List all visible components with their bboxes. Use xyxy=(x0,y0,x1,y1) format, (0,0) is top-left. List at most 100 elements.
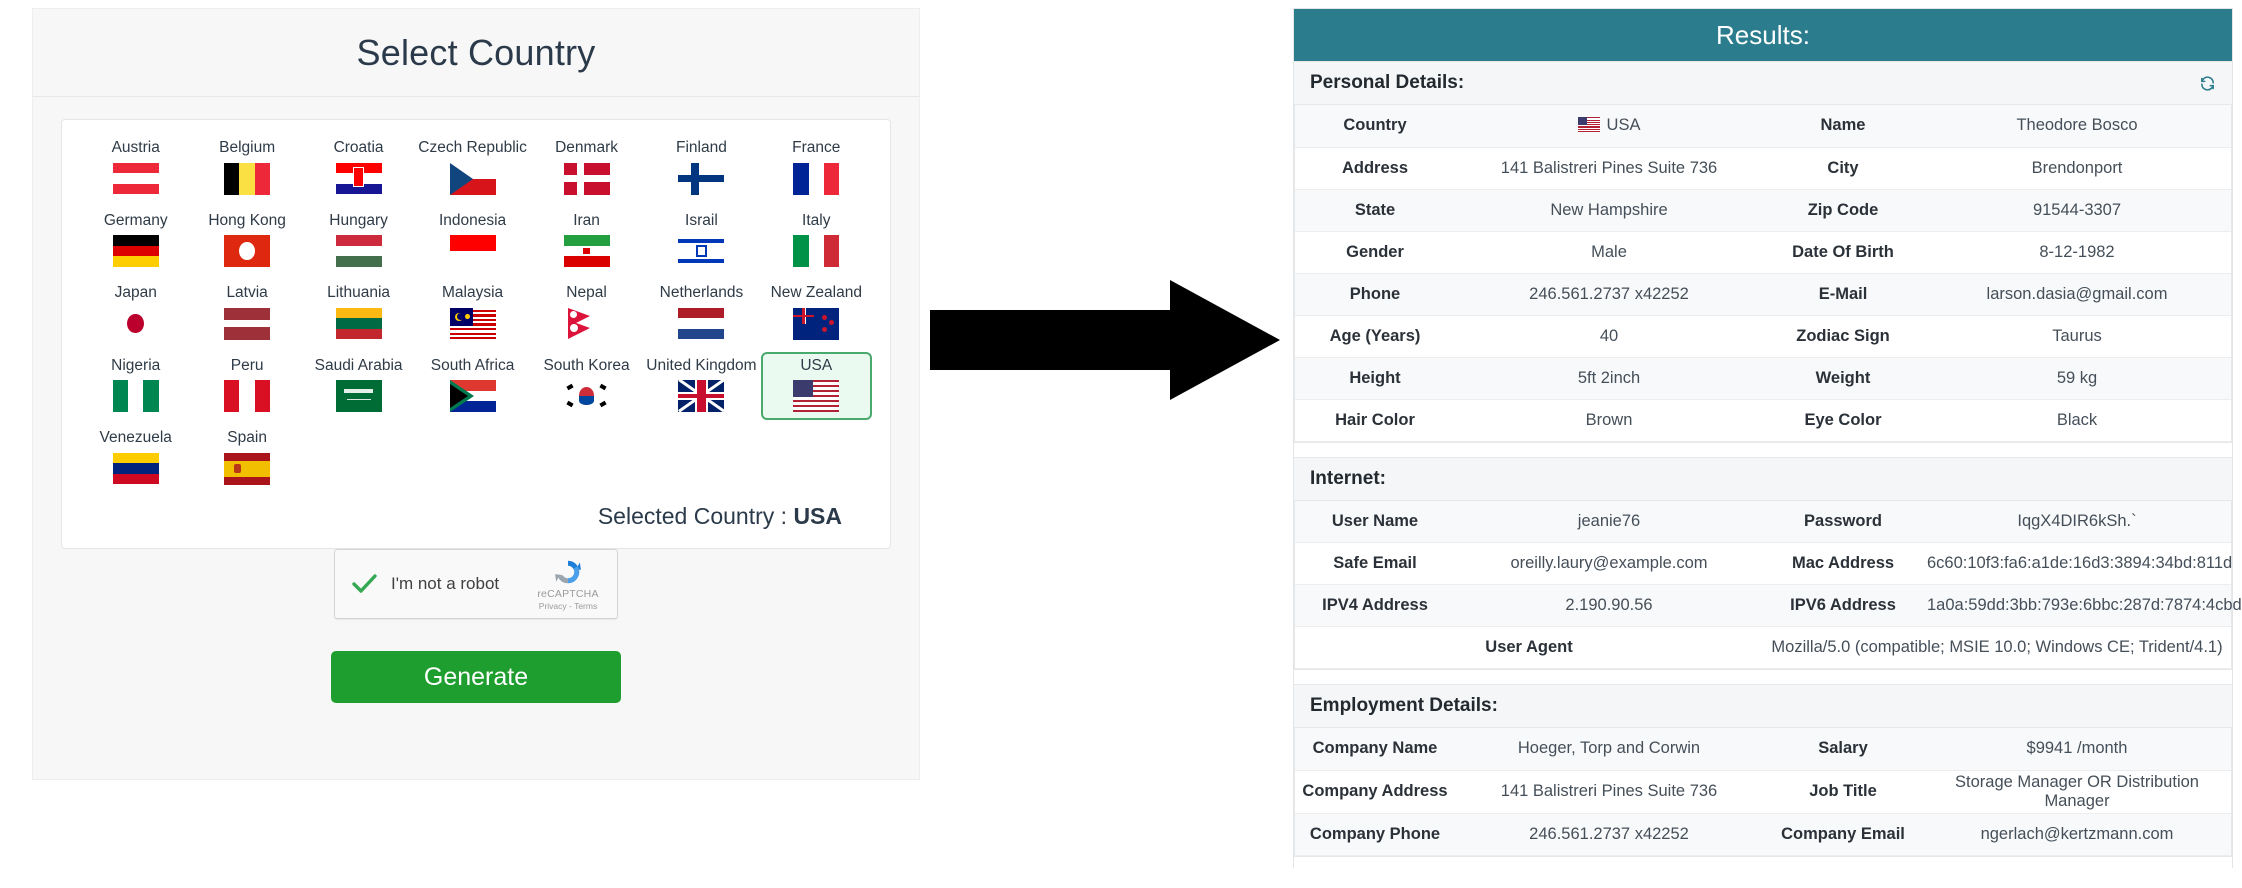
country-cell-lv[interactable]: Latvia xyxy=(191,279,302,348)
field-value: Brown xyxy=(1455,399,1763,442)
flag-jp-icon xyxy=(112,307,159,340)
field-value: ngerlach@kertzmann.com xyxy=(1923,813,2231,856)
field-label: Gender xyxy=(1295,231,1455,274)
country-cell-pe[interactable]: Peru xyxy=(191,352,302,421)
flag-id-icon xyxy=(449,235,496,267)
flag-hr-icon xyxy=(335,162,382,195)
country-flag-card: Austria Belgium Croatia Czech Republic Denma… xyxy=(61,119,891,549)
field-value: 2.190.90.56 xyxy=(1455,584,1763,627)
country-cell-hu[interactable]: Hungary xyxy=(303,207,414,276)
country-cell-ng[interactable]: Nigeria xyxy=(80,352,191,421)
country-cell-np[interactable]: Nepal xyxy=(531,279,642,348)
recaptcha-widget[interactable]: I'm not a robot reCAPTCHA Privacy - Term… xyxy=(334,549,618,619)
recaptcha-checkbox[interactable] xyxy=(349,569,379,599)
country-label: Japan xyxy=(114,284,157,301)
field-value: Male xyxy=(1455,231,1763,274)
country-cell-fi[interactable]: Finland xyxy=(642,134,760,203)
field-value: oreilly.laury@example.com xyxy=(1455,542,1763,585)
field-value: New Hampshire xyxy=(1455,189,1763,232)
table-row: Country USA Name Theodore Bosco xyxy=(1295,105,2231,148)
flag-at-icon xyxy=(112,162,159,195)
page-title: Select Country xyxy=(356,31,596,73)
country-cell-il[interactable]: Israil xyxy=(642,207,760,276)
country-flag-grid: Austria Belgium Croatia Czech Republic Denma… xyxy=(80,134,872,493)
country-cell-nl[interactable]: Netherlands xyxy=(642,279,760,348)
section-table-block: Country USA Name Theodore Bosco Address 141 B… xyxy=(1294,105,2232,443)
details-table: User Name jeanie76 Password IqgX4DIR6kSh.` S… xyxy=(1295,500,2242,669)
field-value: Black xyxy=(1923,399,2231,442)
country-cell-us[interactable]: USA xyxy=(760,351,872,420)
country-cell-za[interactable]: South Africa xyxy=(414,352,531,421)
recaptcha-logo-icon xyxy=(531,557,605,587)
flag-fr-icon xyxy=(793,162,840,195)
flag-cz-icon xyxy=(449,162,496,195)
country-cell-ir[interactable]: Iran xyxy=(531,207,642,276)
refresh-icon[interactable] xyxy=(2199,75,2216,92)
country-cell-nz[interactable]: New Zealand xyxy=(761,279,872,348)
country-label: France xyxy=(792,139,841,156)
country-cell-ve[interactable]: Venezuela xyxy=(80,424,191,493)
country-selection-panel: Select Country Austria Belgium Croatia Czec… xyxy=(32,8,920,780)
selected-country-line: Selected Country : USA xyxy=(80,493,872,530)
country-cell-kr[interactable]: South Korea xyxy=(531,352,642,421)
country-cell-be[interactable]: Belgium xyxy=(191,134,302,203)
table-row: Hair Color Brown Eye Color Black xyxy=(1295,399,2231,442)
flag-us-icon xyxy=(793,380,840,412)
flag-be-icon xyxy=(224,162,271,195)
country-cell-sa[interactable]: Saudi Arabia xyxy=(303,352,414,421)
field-value: Storage Manager OR Distribution Manager xyxy=(1923,770,2231,814)
section-title: Internet: xyxy=(1310,467,1386,489)
country-cell-jp[interactable]: Japan xyxy=(80,279,191,348)
field-label: Height xyxy=(1295,357,1455,400)
country-cell-fr[interactable]: France xyxy=(761,134,872,203)
recaptcha-terms-link[interactable]: Privacy - Terms xyxy=(531,601,605,611)
country-label: Iran xyxy=(573,211,600,229)
country-cell-id[interactable]: Indonesia xyxy=(414,207,531,276)
generate-button[interactable]: Generate xyxy=(331,651,621,703)
country-label: Croatia xyxy=(333,139,384,156)
country-cell-de[interactable]: Germany xyxy=(80,207,191,276)
section-table-block: User Name jeanie76 Password IqgX4DIR6kSh.` S… xyxy=(1294,500,2242,670)
table-row: Company Address 141 Balistreri Pines Suit… xyxy=(1295,770,2231,814)
table-row: State New Hampshire Zip Code 91544-3307 xyxy=(1295,189,2231,232)
flag-pe-icon xyxy=(224,380,271,412)
section-spacer xyxy=(1294,442,2232,457)
country-cell-gb[interactable]: United Kingdom xyxy=(642,352,760,421)
country-cell-dk[interactable]: Denmark xyxy=(531,134,642,203)
flag-nz-icon xyxy=(793,307,840,340)
country-label: South Africa xyxy=(430,356,515,374)
field-value: 6c60:10f3:fa6:a1de:16d3:3894:34bd:811d xyxy=(1923,542,2232,585)
field-value: Theodore Bosco xyxy=(1923,105,2231,148)
field-value: Taurus xyxy=(1923,315,2231,358)
field-label: Zip Code xyxy=(1763,189,1923,232)
field-value: 8-12-1982 xyxy=(1923,231,2231,274)
country-cell-lt[interactable]: Lithuania xyxy=(303,279,414,348)
field-label: Age (Years) xyxy=(1295,315,1455,358)
field-value: USA xyxy=(1455,105,1763,148)
field-label: Password xyxy=(1763,500,1923,543)
country-label: Spain xyxy=(227,429,267,446)
flag-nl-icon xyxy=(678,307,725,340)
table-row: Height 5ft 2inch Weight 59 kg xyxy=(1295,357,2231,400)
table-row: IPV4 Address 2.190.90.56 IPV6 Address 1a0a:… xyxy=(1295,584,2242,627)
country-cell-at[interactable]: Austria xyxy=(80,134,191,203)
country-cell-es[interactable]: Spain xyxy=(191,424,302,493)
flag-np-icon xyxy=(564,308,610,340)
country-label: Finland xyxy=(675,139,727,156)
table-row: User Name jeanie76 Password IqgX4DIR6kSh.` xyxy=(1295,500,2231,543)
country-cell-hr[interactable]: Croatia xyxy=(303,134,414,203)
field-label: IPV6 Address xyxy=(1763,584,1923,627)
country-cell-it[interactable]: Italy xyxy=(761,207,872,276)
field-value: 59 kg xyxy=(1923,357,2231,400)
country-cell-my[interactable]: Malaysia xyxy=(414,279,531,348)
recaptcha-brand: reCAPTCHA Privacy - Terms xyxy=(531,557,605,611)
field-value: $9941 /month xyxy=(1923,728,2231,771)
section-spacer xyxy=(1294,670,2232,684)
country-cell-hk[interactable]: Hong Kong xyxy=(191,207,302,276)
country-cell-cz[interactable]: Czech Republic xyxy=(414,134,531,203)
table-row: Phone 246.561.2737 x42252 E-Mail larson.das… xyxy=(1295,273,2231,316)
flag-il-icon xyxy=(678,235,725,267)
flag-ng-icon xyxy=(112,380,159,412)
recaptcha-brand-name: reCAPTCHA xyxy=(537,588,599,600)
flag-it-icon xyxy=(793,235,840,267)
